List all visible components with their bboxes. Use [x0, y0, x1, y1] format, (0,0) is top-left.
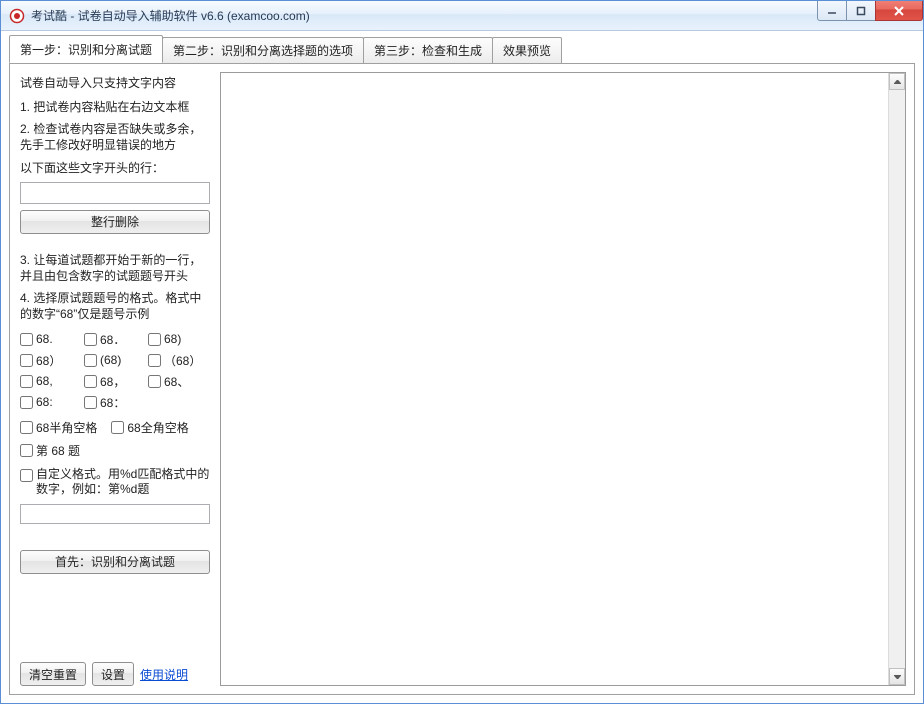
- app-icon: [9, 8, 25, 24]
- step4-text: 4. 选择原试题题号的格式。格式中的数字“68”仅是题号示例: [20, 290, 210, 322]
- close-button[interactable]: [875, 1, 923, 21]
- format-68-full-colon[interactable]: 68：: [84, 394, 146, 411]
- format-68-dot[interactable]: 68.: [20, 331, 82, 348]
- left-heading: 试卷自动导入只支持文字内容: [20, 74, 210, 91]
- custom-format-input[interactable]: [20, 504, 210, 524]
- format-68-dun[interactable]: 68、: [148, 373, 210, 390]
- step2-text: 2. 检查试卷内容是否缺失或多余，先手工修改好明显错误的地方: [20, 121, 210, 153]
- step3-text: 3. 让每道试题都开始于新的一行，并且由包含数字的试题题号开头: [20, 252, 210, 284]
- format-68-full-space[interactable]: 68全角空格: [111, 419, 188, 436]
- format-68-paren[interactable]: 68): [148, 331, 210, 348]
- textarea-wrap: [220, 72, 906, 686]
- tab-step1[interactable]: 第一步：识别和分离试题: [9, 35, 163, 63]
- tab-panel: 试卷自动导入只支持文字内容 1. 把试卷内容粘贴在右边文本框 2. 检查试卷内容…: [9, 63, 915, 695]
- format-di-68-ti[interactable]: 第 68 题: [20, 442, 210, 459]
- app-window: 考试酷 - 试卷自动导入辅助软件 v6.6 (examcoo.com) 第一步：…: [0, 0, 924, 704]
- format-68-comma[interactable]: 68,: [20, 373, 82, 390]
- format-paren-68[interactable]: (68): [84, 352, 146, 369]
- identify-button[interactable]: 首先：识别和分离试题: [20, 550, 210, 574]
- titlebar: 考试酷 - 试卷自动导入辅助软件 v6.6 (examcoo.com): [1, 1, 923, 31]
- format-full-paren-68[interactable]: （68）: [148, 352, 210, 369]
- clear-reset-button[interactable]: 清空重置: [20, 662, 86, 686]
- prefix-input[interactable]: [20, 182, 210, 204]
- format-68-half-space[interactable]: 68半角空格: [20, 419, 97, 436]
- custom-format-row: 自定义格式。用%d匹配格式中的数字，例如：第%d题: [20, 467, 210, 498]
- maximize-button[interactable]: [846, 1, 876, 21]
- prefix-label: 以下面这些文字开头的行：: [20, 160, 210, 176]
- custom-format-label: 自定义格式。用%d匹配格式中的数字，例如：第%d题: [36, 467, 210, 498]
- scroll-up-arrow[interactable]: [889, 73, 905, 90]
- vertical-scrollbar[interactable]: [888, 73, 905, 685]
- step1-text: 1. 把试卷内容粘贴在右边文本框: [20, 99, 210, 115]
- format-68-colon[interactable]: 68:: [20, 394, 82, 411]
- window-title: 考试酷 - 试卷自动导入辅助软件 v6.6 (examcoo.com): [31, 7, 310, 24]
- custom-format-checkbox[interactable]: [20, 469, 33, 482]
- scroll-down-arrow[interactable]: [889, 668, 905, 685]
- window-controls: [818, 1, 923, 21]
- tabs-row: 第一步：识别和分离试题 第二步：识别和分离选择题的选项 第三步：检查和生成 效果…: [9, 39, 915, 63]
- format-grid: 68. 68． 68) 68） (68) （68） 68, 68， 68、 68…: [20, 331, 210, 411]
- format-68-full-comma[interactable]: 68，: [84, 373, 146, 390]
- help-link[interactable]: 使用说明: [140, 666, 188, 683]
- client-area: 第一步：识别和分离试题 第二步：识别和分离选择题的选项 第三步：检查和生成 效果…: [1, 31, 923, 703]
- format-68-full-dot[interactable]: 68．: [84, 331, 146, 348]
- left-pane: 试卷自动导入只支持文字内容 1. 把试卷内容粘贴在右边文本框 2. 检查试卷内容…: [10, 64, 220, 694]
- minimize-button[interactable]: [817, 1, 847, 21]
- right-pane: [220, 64, 914, 694]
- tab-step2[interactable]: 第二步：识别和分离选择题的选项: [162, 37, 364, 64]
- bottom-row: 清空重置 设置 使用说明: [20, 662, 210, 686]
- delete-rows-button[interactable]: 整行删除: [20, 210, 210, 234]
- paste-textarea[interactable]: [221, 73, 888, 685]
- format-68-full-paren[interactable]: 68）: [20, 352, 82, 369]
- tab-step3[interactable]: 第三步：检查和生成: [363, 37, 493, 64]
- format-space-row: 68半角空格 68全角空格: [20, 419, 210, 436]
- settings-button[interactable]: 设置: [92, 662, 134, 686]
- tab-preview[interactable]: 效果预览: [492, 37, 562, 64]
